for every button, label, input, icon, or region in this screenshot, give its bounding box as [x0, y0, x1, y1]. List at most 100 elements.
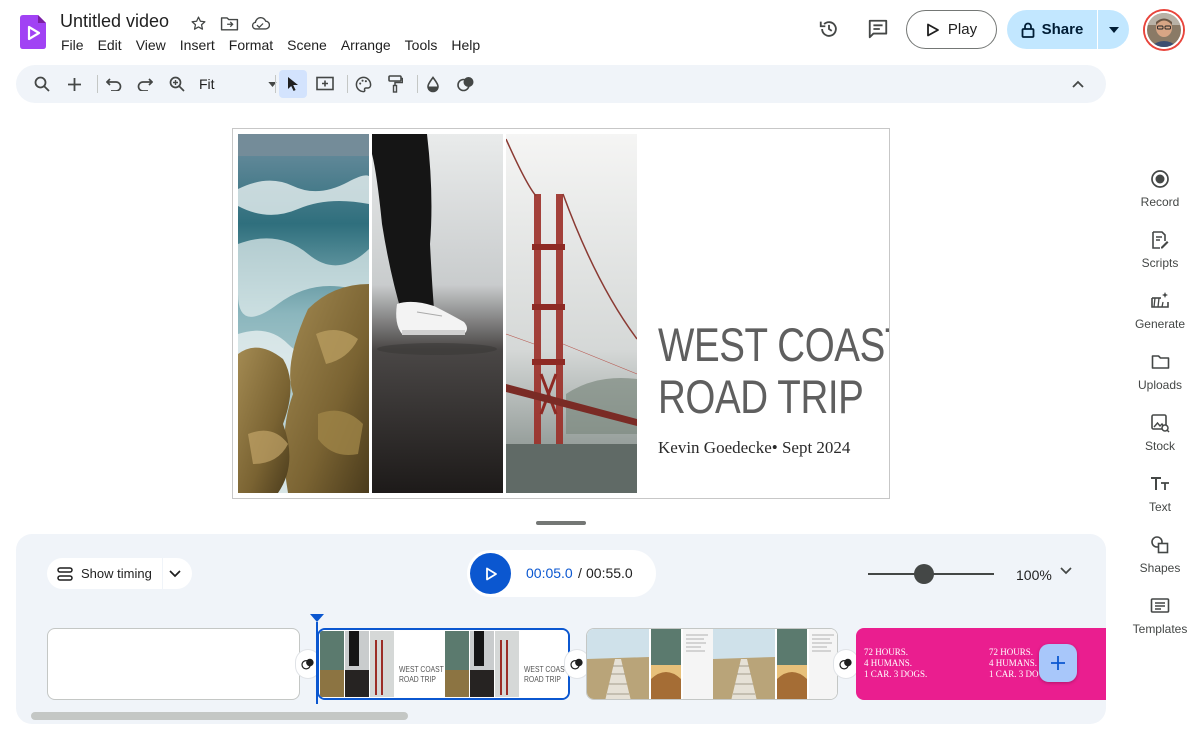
play-icon — [927, 23, 939, 36]
undo-icon[interactable] — [100, 70, 128, 98]
rail-stock-button[interactable]: Stock — [1120, 411, 1200, 463]
scene-2-thumb-title-line-2: ROAD TRIP — [524, 675, 561, 684]
add-icon — [1051, 656, 1065, 670]
zoom-icon[interactable] — [163, 70, 191, 98]
chevron-down-icon[interactable] — [169, 569, 181, 578]
redo-icon[interactable] — [131, 70, 159, 98]
app-header: Untitled video File Edit View Insert For… — [0, 0, 1200, 62]
menu-help[interactable]: Help — [444, 36, 487, 54]
account-avatar[interactable] — [1145, 11, 1183, 49]
transition-icon[interactable] — [452, 70, 480, 98]
share-button[interactable]: Share — [1007, 10, 1097, 49]
text-icon — [1148, 472, 1172, 496]
timeline-play-button[interactable] — [470, 553, 511, 594]
rail-generate-button[interactable]: Generate — [1120, 289, 1200, 341]
slide-title[interactable]: WEST COAST ROAD TRIP — [658, 318, 890, 423]
select-icon[interactable] — [279, 70, 307, 98]
playhead-marker[interactable] — [310, 614, 324, 622]
timeline-zoom-slider[interactable] — [868, 562, 994, 586]
slide-title-line-1: WEST COAST — [658, 318, 890, 371]
show-timing-button[interactable]: Show timing — [47, 558, 192, 589]
share-button-group: Share — [1007, 10, 1129, 49]
caret-down-icon — [1108, 26, 1119, 33]
rail-templates-button[interactable]: Templates — [1120, 594, 1200, 646]
scene-thumbnail-3[interactable] — [586, 628, 838, 700]
scene-4-line-2: 4 HUMANS. — [864, 658, 913, 668]
slide-subtitle[interactable]: Kevin Goedecke• Sept 2024 — [658, 438, 850, 458]
play-button[interactable]: Play — [906, 10, 997, 49]
menu-scene[interactable]: Scene — [280, 36, 334, 54]
scene-2-thumb-title-line-1: WEST COAST — [524, 665, 569, 674]
rail-shapes-button[interactable]: Shapes — [1120, 533, 1200, 585]
cloud-status-icon[interactable] — [250, 13, 270, 33]
playhead-line — [316, 622, 318, 704]
scene-2-frame-b: WEST COAST ROAD TRIP — [444, 630, 569, 698]
zoom-select-value: Fit — [199, 76, 215, 92]
menu-format[interactable]: Format — [222, 36, 280, 54]
rail-scripts-button[interactable]: Scripts — [1120, 228, 1200, 280]
show-timing-label: Show timing — [81, 566, 152, 581]
timeline-panel: Show timing 00:05.0 / 00:55.0 100% WEST … — [16, 534, 1106, 724]
timeline-resize-handle[interactable] — [536, 521, 586, 525]
text-box-icon[interactable] — [311, 70, 339, 98]
golden-gate-bridge-photo[interactable] — [506, 134, 637, 493]
fill-color-icon[interactable] — [419, 70, 447, 98]
version-history-icon[interactable] — [813, 13, 845, 45]
menu-edit[interactable]: Edit — [91, 36, 129, 54]
star-icon[interactable] — [188, 13, 208, 33]
rail-text-button[interactable]: Text — [1120, 472, 1200, 524]
scene-4-text-b: 72 HOURS. 4 HUMANS. 1 CAR. 3 DO — [989, 647, 1039, 680]
toolbar-divider — [275, 75, 276, 93]
zoom-select[interactable]: Fit — [199, 70, 281, 98]
slide-canvas[interactable]: WEST COAST ROAD TRIP Kevin Goedecke• Sep… — [232, 128, 890, 499]
scene-2-thumb-title-line-2: ROAD TRIP — [399, 675, 436, 684]
scene-thumbnail-1[interactable] — [47, 628, 300, 700]
sneaker-photo[interactable] — [372, 134, 503, 493]
menu-bar: File Edit View Insert Format Scene Arran… — [54, 36, 487, 54]
comments-icon[interactable] — [862, 13, 894, 45]
rail-shapes-label: Shapes — [1139, 561, 1181, 575]
record-icon — [1148, 167, 1172, 191]
timing-list-icon — [57, 566, 73, 581]
rail-uploads-button[interactable]: Uploads — [1120, 350, 1200, 402]
slide-title-line-2: ROAD TRIP — [658, 370, 864, 423]
paint-format-icon[interactable] — [381, 70, 409, 98]
chevron-down-icon[interactable] — [1060, 567, 1072, 575]
menu-arrange[interactable]: Arrange — [334, 36, 398, 54]
generate-icon — [1148, 289, 1172, 313]
collapse-icon[interactable] — [1064, 70, 1092, 98]
share-options-button[interactable] — [1098, 10, 1129, 49]
ocean-rocks-photo[interactable] — [238, 134, 369, 493]
rail-scripts-label: Scripts — [1141, 256, 1179, 270]
menu-insert[interactable]: Insert — [173, 36, 222, 54]
zoom-slider-thumb[interactable] — [913, 564, 934, 584]
playback-controls: 00:05.0 / 00:55.0 — [467, 550, 656, 597]
menu-file[interactable]: File — [54, 36, 91, 54]
scene-4-line-1b: 72 HOURS. — [989, 647, 1034, 657]
move-to-folder-icon[interactable] — [219, 13, 239, 33]
scene-4-line-1: 72 HOURS. — [864, 647, 909, 657]
scripts-icon — [1148, 228, 1172, 252]
timeline-zoom-percent[interactable]: 100% — [1016, 567, 1052, 583]
vids-logo-icon[interactable] — [20, 15, 46, 49]
menu-view[interactable]: View — [129, 36, 173, 54]
rail-templates-label: Templates — [1132, 622, 1188, 636]
search-menus-icon[interactable] — [28, 70, 56, 98]
timeline-scrollbar[interactable] — [31, 712, 408, 720]
editing-toolbar: Fit — [16, 65, 1106, 103]
scene-thumbnail-2[interactable]: WEST COAST ROAD TRIP WEST COAST ROAD TRI… — [317, 628, 570, 700]
scene-2-frame-a: WEST COAST ROAD TRIP — [319, 630, 444, 698]
rail-record-button[interactable]: Record — [1120, 167, 1200, 219]
scene-4-line-3b: 1 CAR. 3 DO — [989, 669, 1039, 679]
add-scene-button[interactable] — [1039, 644, 1077, 682]
toolbar-divider — [97, 75, 98, 93]
menu-tools[interactable]: Tools — [398, 36, 445, 54]
paint-icon[interactable] — [349, 70, 377, 98]
toolbar-divider — [417, 75, 418, 93]
add-icon[interactable] — [60, 70, 88, 98]
stock-icon — [1148, 411, 1172, 435]
lock-icon — [1021, 22, 1035, 38]
transition-icon[interactable] — [834, 650, 858, 678]
document-title[interactable]: Untitled video — [60, 11, 169, 32]
play-label: Play — [947, 21, 978, 38]
